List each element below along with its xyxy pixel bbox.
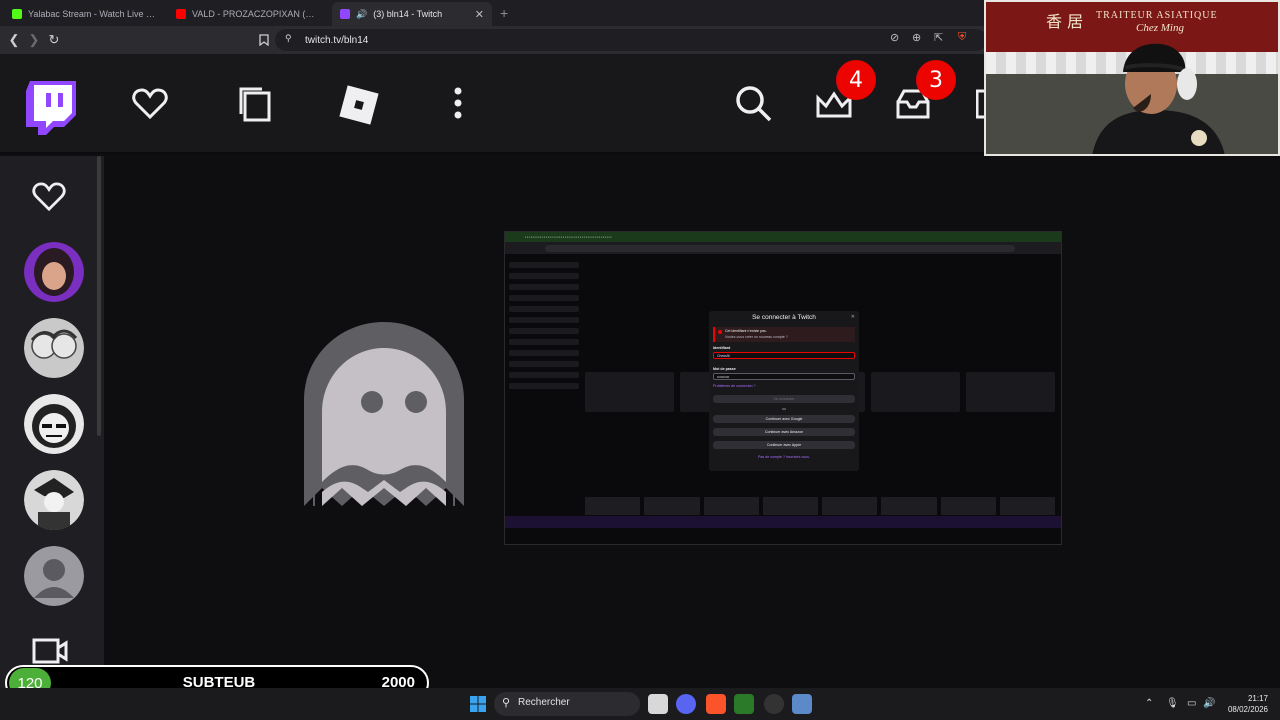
network-icon[interactable]: ▭: [1187, 698, 1196, 709]
audio-icon: 🔊: [356, 8, 368, 19]
channel-avatar-3[interactable]: [24, 394, 84, 454]
sidebar-scrollbar[interactable]: [97, 156, 101, 436]
mini-sidebar: [509, 262, 579, 394]
kick-app-icon[interactable]: [734, 694, 754, 714]
shop-sign-text: TRAITEUR ASIATIQUE: [1096, 10, 1218, 21]
forward-icon[interactable]: ❯: [24, 30, 44, 50]
mini-url-text: [545, 245, 1015, 252]
streamer-figure: [1081, 32, 1231, 154]
more-options-icon[interactable]: [448, 84, 468, 124]
whispers-icon[interactable]: [976, 88, 984, 120]
followed-heart-icon[interactable]: [32, 182, 66, 217]
twitch-logo-icon[interactable]: [26, 81, 76, 135]
search-icon: ⚲: [502, 697, 511, 709]
tray-expand-icon[interactable]: ⌃: [1145, 698, 1153, 709]
clock-time: 21:17: [1247, 694, 1268, 703]
taskbar-clock[interactable]: 21:17 08/02/2026: [1224, 693, 1268, 715]
channel-avatar-1[interactable]: [24, 242, 84, 302]
mini-signup-banner: [505, 516, 1061, 528]
no-translate-icon[interactable]: ⊘: [890, 31, 899, 44]
error-icon: [718, 330, 722, 334]
shop-chinese-characters: 香 居: [1046, 12, 1084, 31]
channel-avatar-2[interactable]: [24, 318, 84, 378]
login-close-icon[interactable]: ✕: [851, 314, 855, 320]
signup-link[interactable]: Pas de compte ? Inscrivez-vous.: [709, 455, 859, 459]
browser-tab-youtube[interactable]: VALD - PROZACZOPIXAN (Clip offici...: [168, 2, 324, 26]
channel-avatar-4[interactable]: [24, 470, 84, 530]
error-text: Cet identifiant n'existe pas.: [725, 329, 767, 333]
reload-icon[interactable]: ↻: [44, 30, 64, 50]
taskbar-search[interactable]: ⚲ Rechercher: [494, 692, 640, 716]
login-error-box: Cet identifiant n'existe pas. Voulez-vou…: [713, 327, 855, 342]
following-heart-icon[interactable]: [132, 88, 168, 120]
windows-taskbar: ⚲ Rechercher ⌃ 🎙 ▭ 🔊 21:17 08/02/2026: [0, 688, 1280, 720]
twitch-icon: [340, 9, 350, 19]
mini-address-bar: [505, 242, 1061, 254]
clock-date: 08/02/2026: [1227, 705, 1268, 714]
followed-channels-sidebar: ▾: [0, 156, 104, 720]
browse-icon[interactable]: [238, 86, 272, 122]
kick-icon: [12, 9, 22, 19]
roblox-icon[interactable]: [338, 84, 380, 126]
login-modal: Se connecter à Twitch ✕ Cet identifiant …: [709, 311, 859, 471]
browser-tab-twitch[interactable]: 🔊 (3) bln14 - Twitch ✕: [332, 2, 492, 26]
amazon-login-button[interactable]: Continuer avec Amazon: [713, 428, 855, 436]
inbox-badge: 3: [916, 60, 956, 100]
login-submit-button[interactable]: Se connecter: [713, 395, 855, 403]
bookmark-icon[interactable]: [254, 30, 274, 50]
username-label: Identifiant: [713, 346, 731, 350]
close-icon[interactable]: ✕: [475, 8, 484, 21]
login-title: Se connecter à Twitch: [752, 314, 816, 321]
google-login-button[interactable]: Continuer avec Google: [713, 415, 855, 423]
youtube-icon: [176, 9, 186, 19]
microphone-icon[interactable]: 🎙: [1166, 698, 1179, 709]
obs-icon[interactable]: [764, 694, 784, 714]
zoom-icon[interactable]: ⊕: [912, 31, 921, 44]
password-label: Mot de passe: [713, 367, 736, 371]
error-subtext: Voulez-vous créer un nouveau compte ?: [725, 335, 788, 339]
address-bar[interactable]: ⚲ twitch.tv/bln14: [275, 29, 987, 51]
brave-shield-icon[interactable]: ⛨: [958, 31, 966, 44]
search-icon[interactable]: [733, 83, 773, 123]
notifications-badge: 4: [836, 60, 876, 100]
windows-start-icon[interactable]: [468, 694, 488, 714]
site-info-icon[interactable]: ⚲: [285, 33, 292, 44]
back-icon[interactable]: ❮: [4, 30, 24, 50]
share-icon[interactable]: ⇱: [934, 31, 943, 44]
embedded-screen-capture: ▪ ▪ ▪ ▪ ▪ ▪ ▪ ▪ ▪ ▪ ▪ ▪ ▪ ▪ ▪ ▪ ▪ ▪ ▪ ▪ …: [504, 231, 1062, 545]
file-explorer-icon[interactable]: [648, 694, 668, 714]
password-field[interactable]: ••••••••••: [713, 373, 855, 380]
tab-title: VALD - PROZACZOPIXAN (Clip offici...: [192, 9, 316, 19]
browser-tab-kick[interactable]: Yalabac Stream - Watch Live on Kick: [4, 2, 164, 26]
channel-avatar-5[interactable]: [24, 546, 84, 606]
discord-icon[interactable]: [676, 694, 696, 714]
webcam-overlay: 香 居 TRAITEUR ASIATIQUE Chez Ming: [984, 0, 1280, 156]
tab-title: Yalabac Stream - Watch Live on Kick: [28, 9, 156, 19]
mini-category-row: [585, 497, 1055, 515]
tab-title: (3) bln14 - Twitch: [373, 9, 443, 19]
brave-browser-icon[interactable]: [706, 694, 726, 714]
taskbar-search-text: Rechercher: [518, 697, 570, 708]
username-field[interactable]: Chessfit: [713, 352, 855, 359]
settings-gear-icon[interactable]: [792, 694, 812, 714]
new-tab-button[interactable]: +: [500, 5, 508, 21]
volume-icon[interactable]: 🔊: [1203, 698, 1215, 709]
offline-ghost-icon: [300, 320, 468, 515]
mini-tab-bar: ▪ ▪ ▪ ▪ ▪ ▪ ▪ ▪ ▪ ▪ ▪ ▪ ▪ ▪ ▪ ▪ ▪ ▪ ▪ ▪ …: [505, 232, 1061, 242]
trouble-login-link[interactable]: Problèmes de connexion ?: [713, 384, 756, 388]
apple-login-button[interactable]: Continuer avec Apple: [713, 441, 855, 449]
url-text: twitch.tv/bln14: [305, 34, 369, 46]
or-divider: ou: [782, 407, 786, 411]
